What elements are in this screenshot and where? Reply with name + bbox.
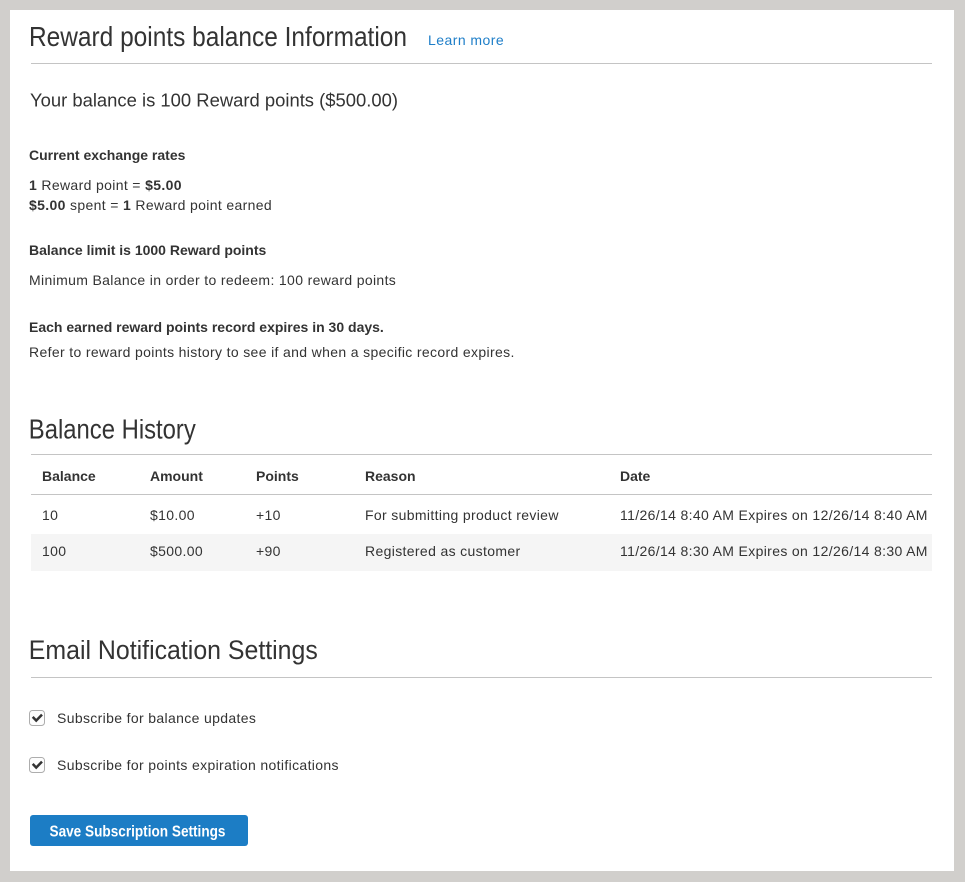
svg-text:Reward points balance Informat: Reward points balance Information bbox=[29, 24, 407, 52]
svg-text:Email Notification Settings: Email Notification Settings bbox=[29, 640, 318, 665]
svg-text:Save Subscription Settings: Save Subscription Settings bbox=[50, 824, 226, 841]
svg-text:Balance History: Balance History bbox=[29, 419, 196, 445]
svg-text:Your balance is 100 Reward poi: Your balance is 100 Reward points ($500.… bbox=[30, 92, 398, 111]
